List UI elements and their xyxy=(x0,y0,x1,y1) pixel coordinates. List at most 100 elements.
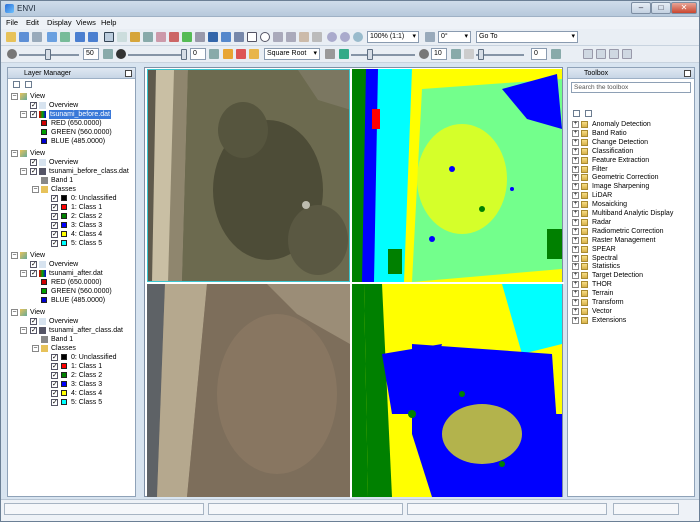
zoom-in-icon[interactable] xyxy=(327,32,337,42)
stretch-gaussian-icon[interactable] xyxy=(236,49,246,59)
view-tsunami-after-class[interactable] xyxy=(352,284,562,497)
toolbox-collapse-icon[interactable] xyxy=(573,110,580,117)
tree-row[interactable]: – ✓ tsunami_after.dat xyxy=(8,269,135,278)
stretch-linear-icon[interactable] xyxy=(223,49,233,59)
toolbox-expand-icon[interactable]: + xyxy=(572,210,579,217)
toolbox-item[interactable]: + Radiometric Correction xyxy=(568,227,694,236)
view-expand-icon[interactable]: – xyxy=(11,150,18,157)
tree-row[interactable]: ✓ 2: Class 2 xyxy=(8,371,135,380)
contrast-value[interactable]: 0 xyxy=(190,48,206,60)
toolbox-expand-icon[interactable]: + xyxy=(572,165,579,173)
toolbox-item[interactable]: + Geometric Correction xyxy=(568,173,694,182)
brightness-value[interactable]: 50 xyxy=(83,48,99,60)
tree-row[interactable]: RED (650.0000) xyxy=(8,278,135,287)
tree-row[interactable]: – View xyxy=(8,251,135,260)
minimize-button[interactable]: – xyxy=(631,2,651,14)
toolbox-item[interactable]: + Terrain xyxy=(568,289,694,298)
toolbox-item[interactable]: + Classification xyxy=(568,147,694,156)
toolbox-expand-icon[interactable]: + xyxy=(572,290,579,298)
open-icon[interactable] xyxy=(6,32,16,42)
class-checkbox[interactable]: ✓ xyxy=(51,399,58,406)
vector-icon[interactable] xyxy=(156,32,166,42)
tree-row[interactable]: – View xyxy=(8,92,135,101)
layer-expand-icon[interactable]: – xyxy=(20,111,27,118)
tree-row[interactable]: ✓ 0: Unclassified xyxy=(8,353,135,362)
tree-row[interactable]: ✓ 2: Class 2 xyxy=(8,212,135,221)
toolbox-item[interactable]: + Multiband Analytic Display xyxy=(568,209,694,218)
classes-expand-icon[interactable]: – xyxy=(32,186,39,193)
brightness-slider-knob[interactable] xyxy=(45,49,51,60)
tree-row[interactable]: – ✓ tsunami_after_class.dat xyxy=(8,326,135,335)
transparency-value[interactable]: 0 xyxy=(531,48,547,60)
tree-row[interactable]: ✓ 4: Class 4 xyxy=(8,230,135,239)
zoom-fit-icon[interactable] xyxy=(353,32,363,42)
layer-expand-icon[interactable]: – xyxy=(20,168,27,175)
toolbox-expand-icon[interactable]: + xyxy=(572,192,579,200)
view-expand-icon[interactable]: – xyxy=(11,309,18,316)
toolbox-expand-icon[interactable]: + xyxy=(572,129,579,137)
class-checkbox[interactable]: ✓ xyxy=(51,381,58,388)
polygon-icon[interactable] xyxy=(273,32,283,42)
overview-checkbox[interactable]: ✓ xyxy=(30,318,37,325)
histogram-icon[interactable] xyxy=(325,49,335,59)
tree-row[interactable]: – ✓ tsunami_before_class.dat xyxy=(8,167,135,176)
tree-row[interactable]: ✓ 1: Class 1 xyxy=(8,362,135,371)
toolbox-undock-icon[interactable] xyxy=(684,70,691,77)
tree-row[interactable]: ✓ 3: Class 3 xyxy=(8,221,135,230)
tree-row[interactable]: ✓ 4: Class 4 xyxy=(8,389,135,398)
toolbox-search-input[interactable]: Search the toolbox xyxy=(571,82,691,93)
tree-row[interactable]: GREEN (560.0000) xyxy=(8,287,135,296)
overview-checkbox[interactable]: ✓ xyxy=(30,261,37,268)
symbol-icon[interactable] xyxy=(221,32,231,42)
menu-file[interactable]: File xyxy=(6,18,18,27)
toolbox-item[interactable]: + Extensions xyxy=(568,316,694,325)
roi-icon[interactable] xyxy=(169,32,179,42)
stretch-equalize-icon[interactable] xyxy=(249,49,259,59)
overview-checkbox[interactable]: ✓ xyxy=(30,102,37,109)
tree-row[interactable]: ✓ 1: Class 1 xyxy=(8,203,135,212)
zoom-out-icon[interactable] xyxy=(340,32,350,42)
rotation-select[interactable]: 0° xyxy=(438,31,471,43)
toolbox-expand-icon[interactable]: + xyxy=(572,147,579,155)
menu-display[interactable]: Display xyxy=(47,18,72,27)
toolbox-item[interactable]: + Transform xyxy=(568,298,694,307)
toolbox-expand-icon[interactable]: + xyxy=(572,121,579,128)
tree-row[interactable]: ✓ 5: Class 5 xyxy=(8,398,135,407)
tree-row[interactable]: ✓ Overview xyxy=(8,101,135,110)
toolbox-expand-icon[interactable]: + xyxy=(572,281,579,289)
tree-row[interactable]: ✓ Overview xyxy=(8,158,135,167)
tree-row[interactable]: – View xyxy=(8,308,135,317)
toolbox-item[interactable]: + Spectral xyxy=(568,254,694,263)
collapse-all-icon[interactable] xyxy=(13,81,20,88)
menu-edit[interactable]: Edit xyxy=(26,18,39,27)
layer-checkbox[interactable]: ✓ xyxy=(30,327,37,334)
zoom-select[interactable]: 100% (1:1) xyxy=(367,31,419,43)
class-checkbox[interactable]: ✓ xyxy=(51,240,58,247)
toolbox-expand-icon[interactable]: + xyxy=(572,138,579,146)
toolbox-item[interactable]: + Raster Management xyxy=(568,236,694,245)
toolbox-expand-icon[interactable]: + xyxy=(572,245,579,253)
layout-2-icon[interactable] xyxy=(596,49,606,59)
fixed-zoom-in-icon[interactable] xyxy=(312,32,322,42)
view-tsunami-after[interactable] xyxy=(147,284,350,497)
layout-3-icon[interactable] xyxy=(609,49,619,59)
layer-icon[interactable] xyxy=(60,32,70,42)
class-checkbox[interactable]: ✓ xyxy=(51,390,58,397)
toolbox-item[interactable]: + THOR xyxy=(568,280,694,289)
toolbox-expand-icon[interactable]: + xyxy=(572,299,579,306)
toolbox-item[interactable]: + Vector xyxy=(568,307,694,316)
stretch-type-select[interactable]: Square Root xyxy=(264,48,320,60)
menu-views[interactable]: Views xyxy=(76,18,96,27)
reset-brightness-icon[interactable] xyxy=(103,49,113,59)
toolbox-expand-icon[interactable]: + xyxy=(572,254,579,262)
toolbox-item[interactable]: + LiDAR xyxy=(568,191,694,200)
layer-checkbox[interactable]: ✓ xyxy=(30,270,37,277)
toolbox-expand-icon[interactable] xyxy=(585,110,592,117)
toolbox-expand-icon[interactable]: + xyxy=(572,218,579,226)
tree-row[interactable]: Band 1 xyxy=(8,335,135,344)
view-expand-icon[interactable]: – xyxy=(11,93,18,100)
toolbox-expand-icon[interactable]: + xyxy=(572,236,579,244)
class-checkbox[interactable]: ✓ xyxy=(51,222,58,229)
close-button[interactable]: ✕ xyxy=(671,2,697,14)
tree-row[interactable]: RED (650.0000) xyxy=(8,119,135,128)
